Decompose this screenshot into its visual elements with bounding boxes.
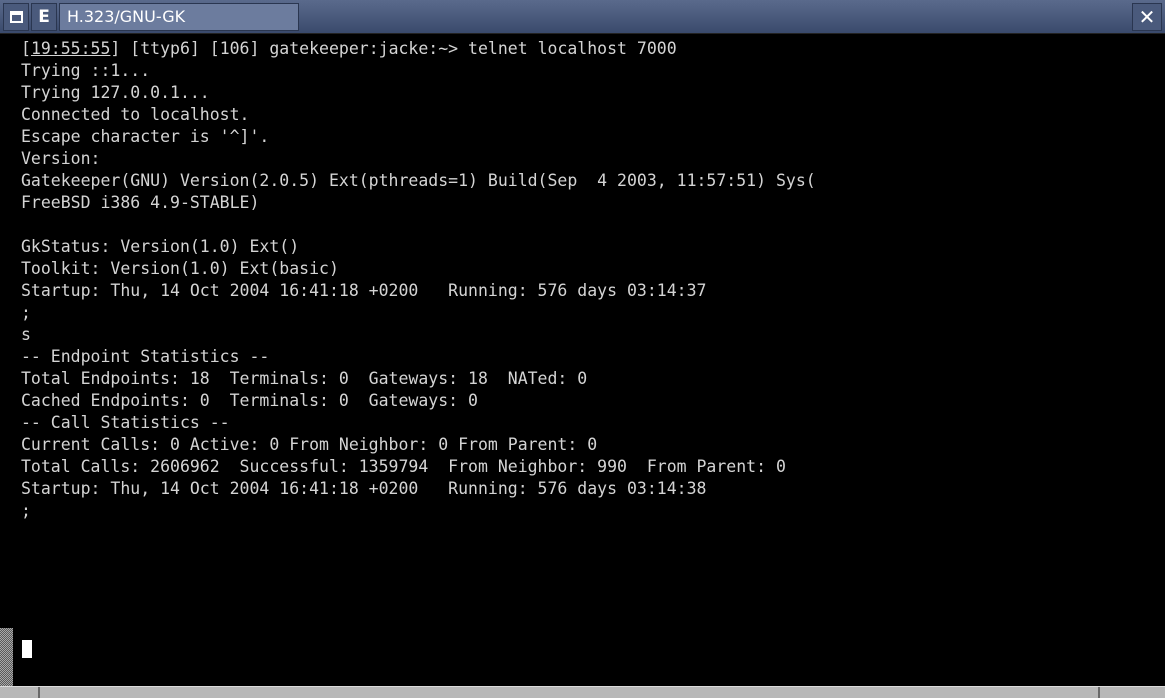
terminal-line: Startup: Thu, 14 Oct 2004 16:41:18 +0200…	[21, 281, 707, 300]
window-menu-button[interactable]	[3, 3, 29, 31]
terminal-line: FreeBSD i386 4.9-STABLE)	[21, 193, 260, 212]
close-icon: ✕	[1138, 5, 1156, 29]
status-divider	[1098, 687, 1100, 698]
e-button[interactable]: E	[31, 3, 57, 31]
close-button[interactable]: ✕	[1132, 3, 1162, 31]
terminal-line: Connected to localhost.	[21, 105, 250, 124]
terminal-line: Gatekeeper(GNU) Version(2.0.5) Ext(pthre…	[21, 171, 816, 190]
window-menu-icon	[9, 11, 23, 23]
terminal-line: Total Calls: 2606962 Successful: 1359794…	[21, 457, 786, 476]
window-title: H.323/GNU-GK	[59, 3, 299, 31]
terminal-line: Cached Endpoints: 0 Terminals: 0 Gateway…	[21, 391, 478, 410]
status-bar	[0, 686, 1165, 698]
prompt-command: ] [ttyp6] [106] gatekeeper:jacke:~> teln…	[110, 39, 677, 58]
terminal-line: Trying 127.0.0.1...	[21, 83, 210, 102]
terminal-line: ;	[21, 501, 31, 520]
prompt-time: 19:55:55	[30, 39, 111, 58]
terminal-line: Version:	[21, 149, 101, 168]
prompt-open-bracket: [	[21, 39, 31, 58]
terminal-line: Total Endpoints: 18 Terminals: 0 Gateway…	[21, 369, 588, 388]
terminal-line: Startup: Thu, 14 Oct 2004 16:41:18 +0200…	[21, 479, 707, 498]
terminal-line: Trying ::1...	[21, 61, 151, 80]
terminal-line: -- Call Statistics --	[21, 413, 230, 432]
scrollbar[interactable]	[0, 628, 13, 686]
status-divider	[38, 687, 40, 698]
terminal-line: -- Endpoint Statistics --	[21, 347, 270, 366]
terminal-output[interactable]: [19:55:55] [ttyp6] [106] gatekeeper:jack…	[0, 34, 1165, 686]
terminal-line: s	[21, 325, 31, 344]
text-cursor	[22, 640, 32, 658]
terminal-line: GkStatus: Version(1.0) Ext()	[21, 237, 300, 256]
title-bar[interactable]: E H.323/GNU-GK ✕	[0, 0, 1165, 34]
terminal-line: Toolkit: Version(1.0) Ext(basic)	[21, 259, 339, 278]
terminal-line: ;	[21, 303, 31, 322]
terminal-line: Current Calls: 0 Active: 0 From Neighbor…	[21, 435, 598, 454]
terminal-line: Escape character is '^]'.	[21, 127, 270, 146]
prompt-line: [19:55:55] [ttyp6] [106] gatekeeper:jack…	[21, 38, 677, 60]
